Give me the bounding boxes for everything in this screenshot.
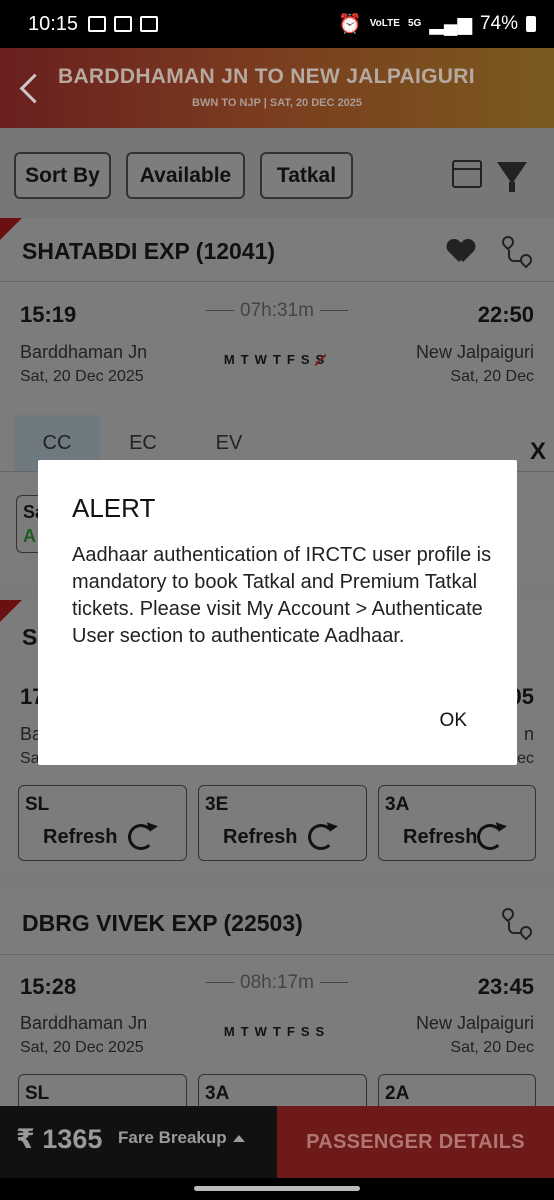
- total-fare: ₹ 1365: [16, 1124, 103, 1154]
- gesture-nav-area: [0, 1178, 554, 1200]
- dialog-message: Aadhaar authentication of IRCTC user pro…: [72, 544, 492, 647]
- alarm-icon: ⏰: [338, 14, 362, 35]
- card-ribbon: [0, 600, 22, 622]
- filter-bar: Sort By Available Tatkal: [0, 128, 554, 218]
- notification-icons: [88, 16, 159, 32]
- battery-percent: 74%: [479, 13, 518, 34]
- available-filter-button[interactable]: Available: [126, 152, 245, 199]
- card-divider: [0, 954, 554, 955]
- refresh-label: Refresh: [43, 826, 118, 848]
- home-gesture-pill[interactable]: [194, 1186, 360, 1191]
- refresh-label: Refresh: [223, 826, 298, 848]
- availability-box-3e[interactable]: 3E Refresh: [198, 785, 367, 861]
- card-ribbon: [0, 218, 22, 240]
- calendar-icon[interactable]: [452, 160, 482, 188]
- refresh-icon[interactable]: [477, 824, 503, 850]
- sort-by-button[interactable]: Sort By: [14, 152, 111, 199]
- to-date: ec: [517, 750, 534, 767]
- battery-icon: [526, 16, 536, 32]
- train-name: S: [22, 624, 38, 650]
- gmail-icon: [140, 16, 159, 32]
- refresh-label: Refresh: [403, 826, 478, 848]
- running-days: MTWTFSS: [223, 1024, 331, 1039]
- volte-icon: VoLTE: [369, 18, 400, 29]
- caret-up-icon: [232, 1135, 245, 1143]
- from-date: Sat, 20 Dec 2025: [20, 1039, 144, 1056]
- train-card[interactable]: DBRG VIVEK EXP (22503) 15:28 08h:17m 23:…: [0, 888, 554, 1150]
- app-header: BARDDHAMAN JN TO NEW JALPAIGURI BWN TO N…: [0, 48, 554, 128]
- route-map-icon[interactable]: [499, 905, 535, 941]
- gallery-icon: [88, 16, 107, 32]
- ok-button[interactable]: OK: [440, 710, 467, 732]
- bottom-action-bar: ₹ 1365 Fare Breakup PASSENGER DETAILS: [0, 1106, 554, 1178]
- availability-box-sl[interactable]: SL Refresh: [18, 785, 187, 861]
- card-divider: [0, 281, 554, 282]
- system-icons: ⏰ VoLTE 5G ▂▄▆ 74%: [338, 12, 536, 36]
- to-station: n: [523, 724, 534, 744]
- signal-icon: ▂▄▆: [429, 13, 472, 35]
- fare-breakup-toggle[interactable]: Fare Breakup: [118, 1128, 245, 1148]
- to-date: Sat, 20 Dec: [450, 1039, 534, 1056]
- favorite-heart-icon[interactable]: [448, 240, 474, 264]
- network-5g-icon: 5G: [407, 18, 422, 29]
- availability-box-3a[interactable]: 3A Refresh: [378, 785, 536, 861]
- route-title: BARDDHAMAN JN TO NEW JALPAIGURI: [58, 65, 475, 88]
- refresh-icon[interactable]: [128, 824, 154, 850]
- close-class-panel-button[interactable]: X: [530, 438, 546, 466]
- from-date: Sa: [20, 750, 40, 767]
- passenger-details-button[interactable]: PASSENGER DETAILS: [277, 1106, 554, 1178]
- route-subtitle: BWN TO NJP | SAT, 20 DEC 2025: [192, 97, 362, 109]
- mail-icon: [114, 16, 133, 32]
- journey-duration: 08h:17m: [0, 972, 554, 994]
- train-name: SHATABDI EXP (12041): [22, 238, 276, 264]
- arrival-time: 23:45: [477, 974, 534, 999]
- journey-duration: 07h:31m: [0, 300, 554, 322]
- tatkal-filter-button[interactable]: Tatkal: [260, 152, 353, 199]
- dialog-title: ALERT: [72, 493, 156, 523]
- route-map-icon[interactable]: [499, 233, 535, 269]
- train-name: DBRG VIVEK EXP (22503): [22, 910, 303, 936]
- refresh-icon[interactable]: [308, 824, 334, 850]
- to-date: Sat, 20 Dec: [450, 368, 534, 385]
- status-time: 10:15: [28, 12, 79, 35]
- status-bar: 10:15 ⏰ VoLTE 5G ▂▄▆ 74%: [0, 0, 554, 48]
- running-days: MTWTFSS: [223, 352, 331, 367]
- arrival-time: 22:50: [477, 302, 534, 327]
- alert-dialog: ALERT Aadhaar authentication of IRCTC us…: [38, 460, 517, 765]
- from-date: Sat, 20 Dec 2025: [20, 368, 144, 385]
- filter-icon[interactable]: [497, 162, 527, 192]
